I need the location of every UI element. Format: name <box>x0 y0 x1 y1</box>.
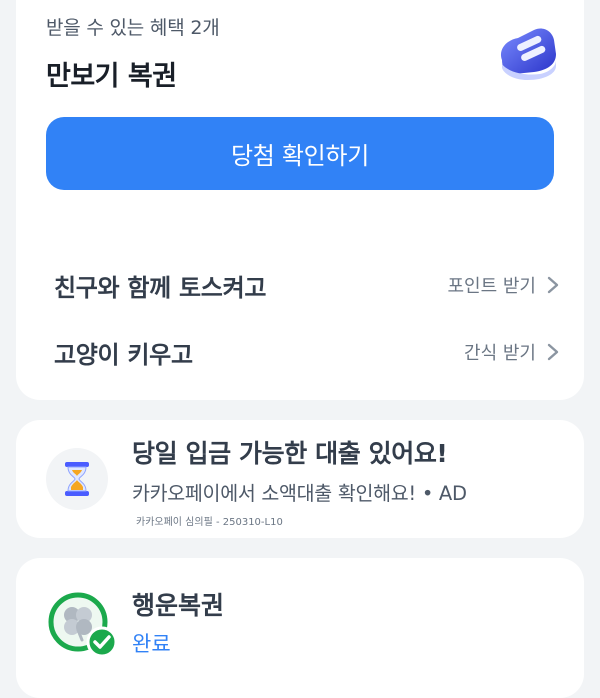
ad-card[interactable]: 당일 입금 가능한 대출 있어요! 카카오페이에서 소액대출 확인해요! • A… <box>16 420 584 538</box>
row-toss-friends[interactable]: 친구와 함께 토스켜고 포인트 받기 <box>54 265 560 305</box>
lucky-title: 행운복권 <box>132 591 225 620</box>
ad-review-note: 카카오페이 심의필 - 250310-L10 <box>136 517 283 528</box>
row-raise-cat[interactable]: 고양이 키우고 간식 받기 <box>54 332 560 372</box>
check-win-button[interactable]: 당첨 확인하기 <box>46 117 554 190</box>
row-label: 고양이 키우고 <box>54 340 193 369</box>
check-badge-icon <box>86 626 118 658</box>
row-action: 포인트 받기 <box>447 276 536 297</box>
row-label: 친구와 함께 토스켜고 <box>54 273 267 302</box>
lucky-status: 완료 <box>132 632 171 656</box>
chevron-right-icon <box>547 343 559 361</box>
row-action: 간식 받기 <box>464 343 536 364</box>
chevron-right-icon <box>547 276 559 294</box>
hourglass-icon <box>46 448 108 510</box>
benefit-title: 만보기 복권 <box>46 61 177 92</box>
ad-title: 당일 입금 가능한 대출 있어요! <box>132 439 448 468</box>
sneaker-icon <box>500 28 556 80</box>
clover-icon <box>48 592 118 658</box>
lucky-lottery-card[interactable]: 행운복권 완료 <box>16 558 584 698</box>
benefits-card: 받을 수 있는 혜택 2개 만보기 복권 당첨 확인하기 친구와 함께 토스켜고… <box>16 0 584 400</box>
ad-description: 카카오페이에서 소액대출 확인해요! • AD <box>132 482 467 505</box>
benefits-count-label: 받을 수 있는 혜택 2개 <box>46 17 220 39</box>
